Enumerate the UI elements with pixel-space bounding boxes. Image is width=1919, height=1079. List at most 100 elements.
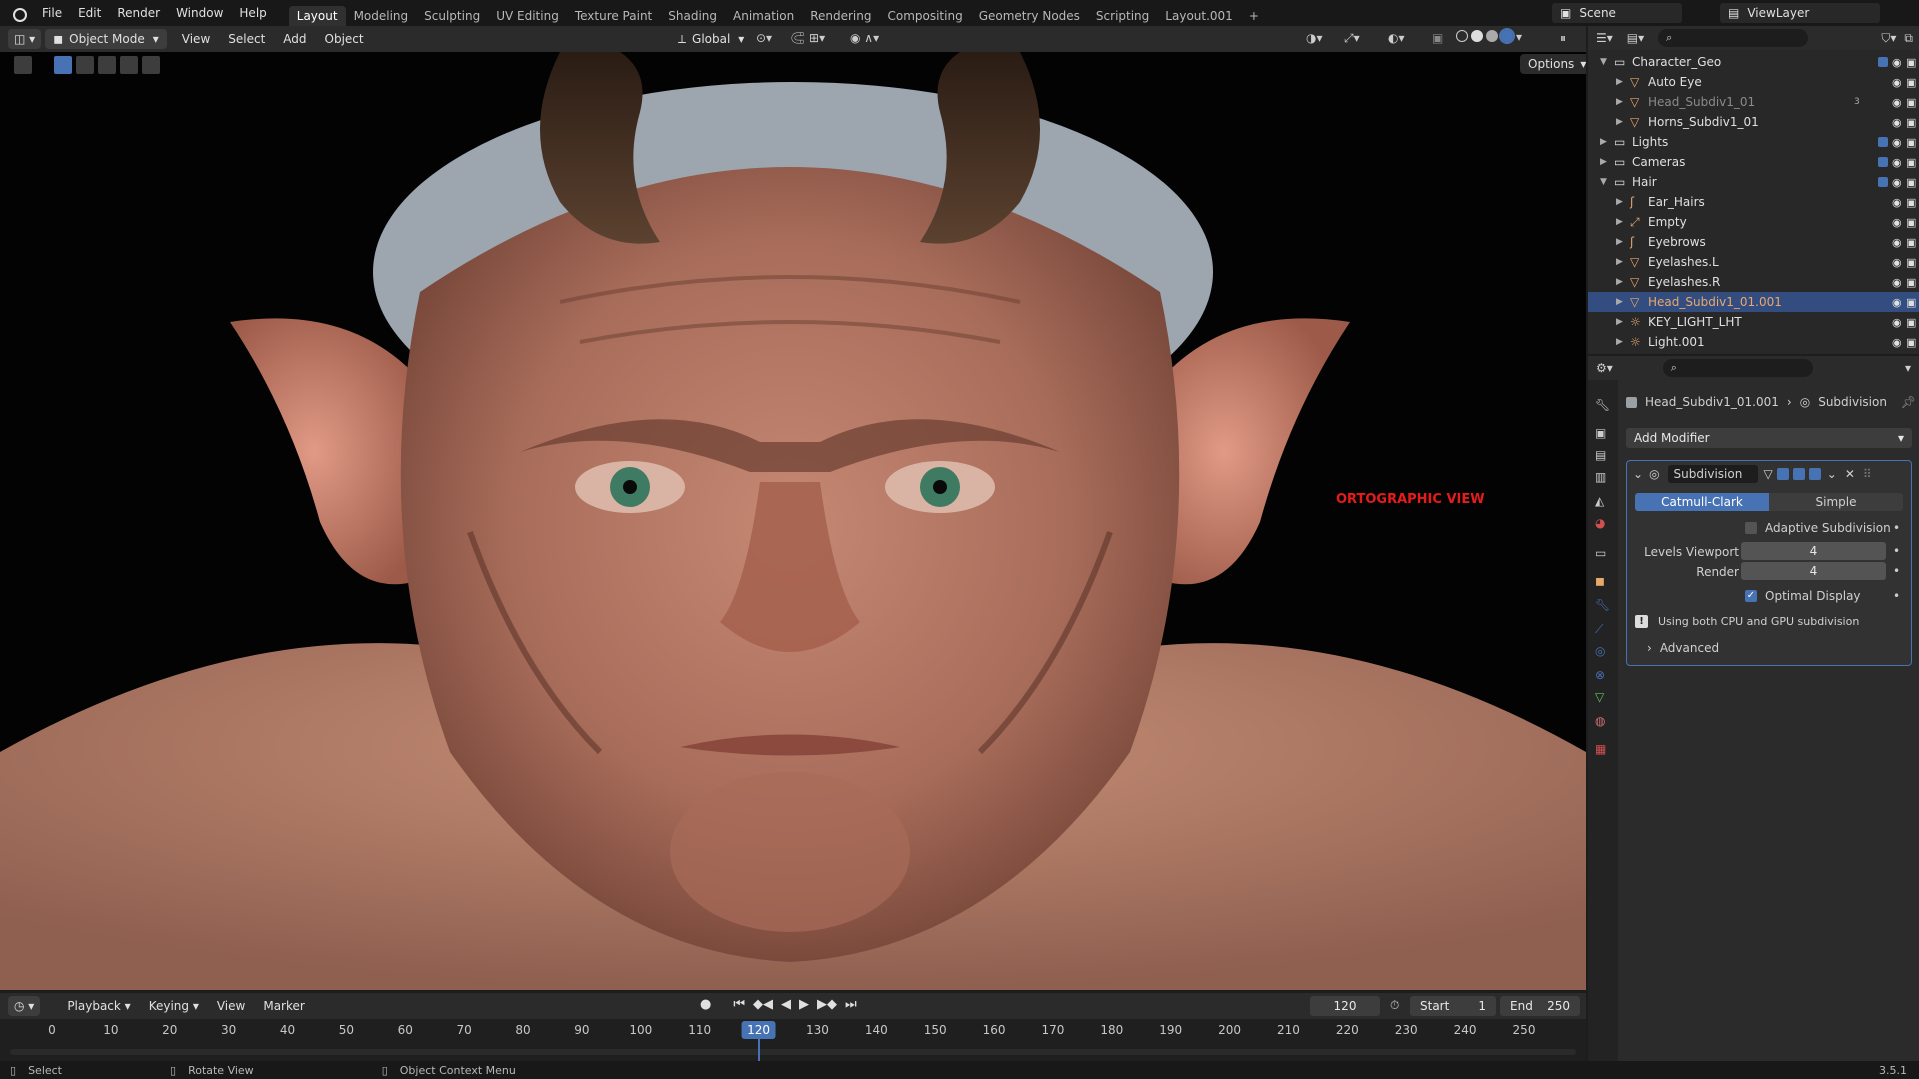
expand-arrow-right-icon[interactable]: ▶ (1616, 257, 1623, 267)
visibility-eye-icon[interactable]: ◉ (1892, 336, 1902, 349)
viewport-display-icon[interactable] (1792, 468, 1805, 480)
edit-mode-icon[interactable] (1776, 468, 1789, 480)
timeline-scrollbar[interactable] (10, 1049, 1576, 1055)
material-shading-icon[interactable] (1486, 30, 1498, 42)
select-extend-icon[interactable] (76, 56, 94, 74)
exclude-checkbox[interactable] (1878, 137, 1888, 147)
render-display-icon[interactable] (1808, 468, 1821, 480)
tool-toggle-icon[interactable] (14, 56, 32, 74)
method-catmull-clark[interactable]: Catmull-Clark (1635, 493, 1769, 511)
outliner-editor-icon[interactable]: ☰▾ (1596, 31, 1613, 45)
outliner-row[interactable]: ▶ ▭ Lights ◉ ▣ (1588, 132, 1919, 152)
outliner-row[interactable]: ▶ ▽ Head_Subdiv1_01.001 ◉ ▣ (1588, 292, 1919, 312)
properties-search-input[interactable]: ⌕ (1662, 359, 1813, 377)
workspace-tab-layout[interactable]: Layout (288, 6, 346, 26)
adaptive-subdivision-row[interactable]: Adaptive Subdivision (1745, 519, 1905, 537)
render-levels-field[interactable]: 4 (1741, 562, 1886, 580)
expand-arrow-right-icon[interactable]: ▶ (1616, 117, 1623, 127)
render-camera-icon[interactable]: ▣ (1906, 156, 1916, 169)
select-subtract-icon[interactable] (98, 56, 116, 74)
playback-menu[interactable]: Playback ▾ (58, 999, 139, 1013)
visibility-icon[interactable]: ◑▾ (1306, 31, 1323, 45)
menu-help[interactable]: Help (231, 6, 274, 20)
render-camera-icon[interactable]: ▣ (1906, 316, 1916, 329)
expand-arrow-right-icon[interactable]: ▶ (1616, 317, 1623, 327)
menu-window[interactable]: Window (168, 6, 231, 20)
advanced-subpanel[interactable]: › Advanced (1647, 639, 1719, 657)
overlay-icon[interactable]: ◐▾ (1388, 31, 1405, 45)
timeline-editor-type[interactable]: ◷ ▾ (8, 996, 41, 1016)
play-icon[interactable]: ▶ (799, 997, 809, 1012)
object-icon[interactable]: ◼ (1595, 574, 1611, 590)
render-camera-icon[interactable]: ▣ (1906, 256, 1916, 269)
wireframe-shading-icon[interactable] (1456, 30, 1468, 42)
outliner-row[interactable]: ▶ ▭ Cameras ◉ ▣ (1588, 152, 1919, 172)
workspace-tab-animation[interactable]: Animation (725, 6, 802, 26)
outliner-row[interactable]: ▶ ▽ Head_Subdiv1_01 ◉ ▣ 3 (1588, 92, 1919, 112)
expand-arrow-down-icon[interactable]: ▼ (1600, 57, 1607, 67)
optimal-display-row[interactable]: ✓ Optimal Display (1745, 587, 1895, 605)
object-menu[interactable]: Object (316, 32, 373, 46)
keyframe-dot-icon[interactable]: • (1893, 564, 1900, 578)
select-new-icon[interactable] (54, 56, 72, 74)
properties-editor-icon[interactable]: ⚙▾ (1596, 361, 1613, 375)
visibility-eye-icon[interactable]: ◉ (1892, 236, 1902, 249)
particles-icon[interactable]: ⟋ (1595, 622, 1611, 638)
expand-arrow-right-icon[interactable]: ▶ (1600, 157, 1607, 167)
outliner-row[interactable]: ▶ ▽ Horns_Subdiv1_01 ◉ ▣ (1588, 112, 1919, 132)
start-frame-field[interactable]: Start 1 (1410, 996, 1496, 1016)
filter-icon[interactable]: ⛉▾ (1881, 31, 1896, 46)
workspace-tab-texture-paint[interactable]: Texture Paint (567, 6, 660, 26)
expand-arrow-right-icon[interactable]: ▶ (1616, 277, 1623, 287)
workspace-tab-rendering[interactable]: Rendering (802, 6, 879, 26)
visibility-eye-icon[interactable]: ◉ (1892, 96, 1902, 109)
workspace-tab-scripting[interactable]: Scripting (1088, 6, 1157, 26)
chevron-down-icon[interactable]: ⌄ (1827, 467, 1837, 481)
3d-viewport[interactable]: Options ▾ ORTOGRAPHIC VIEW (0, 52, 1586, 990)
add-modifier-button[interactable]: Add Modifier ▾ (1626, 428, 1912, 448)
select-menu[interactable]: Select (219, 32, 274, 46)
expand-arrow-right-icon[interactable]: ▶ (1616, 97, 1623, 107)
marker-menu[interactable]: Marker (254, 999, 313, 1013)
modifier-wrench-icon[interactable]: 🔧︎ (1595, 598, 1611, 614)
add-workspace-button[interactable]: + (1241, 6, 1267, 26)
levels-viewport-field[interactable]: 4 (1741, 542, 1886, 560)
render-camera-icon[interactable]: ▣ (1906, 176, 1916, 189)
material-icon[interactable]: ◍ (1595, 714, 1611, 730)
new-collection-icon[interactable]: ⧉ (1904, 31, 1913, 46)
constraints-icon[interactable]: ⊗ (1595, 668, 1611, 684)
tool-icon[interactable]: 🔧︎ (1595, 398, 1611, 414)
outliner-row[interactable]: ▶ ▽ Eyelashes.R ◉ ▣ (1588, 272, 1919, 292)
workspace-tab-compositing[interactable]: Compositing (879, 6, 970, 26)
menu-render[interactable]: Render (109, 6, 168, 20)
exclude-checkbox[interactable] (1878, 177, 1888, 187)
render-camera-icon[interactable]: ▣ (1906, 96, 1916, 109)
prev-keyframe-icon[interactable]: ◆◀ (753, 997, 773, 1012)
render-camera-icon[interactable]: ▣ (1906, 56, 1916, 69)
outliner-row[interactable]: ▶ ⤢ Empty ◉ ▣ (1588, 212, 1919, 232)
outliner-search-input[interactable]: ⌕ (1658, 29, 1809, 47)
scene-icon[interactable]: ◭ (1595, 494, 1611, 510)
visibility-eye-icon[interactable]: ◉ (1892, 76, 1902, 89)
current-frame-marker[interactable]: 120 (741, 1021, 776, 1039)
outliner-row[interactable]: ▶ ʃ Eyebrows ◉ ▣ (1588, 232, 1919, 252)
expand-arrow-right-icon[interactable]: ▶ (1600, 137, 1607, 147)
pivot-icon[interactable]: ⊙▾ (756, 31, 772, 45)
expand-arrow-right-icon[interactable]: ▶ (1616, 237, 1623, 247)
stopwatch-icon[interactable]: ⏱ (1390, 998, 1399, 1013)
keying-menu[interactable]: Keying ▾ (140, 999, 208, 1013)
expand-arrow-right-icon[interactable]: ▶ (1616, 297, 1623, 307)
render-camera-icon[interactable]: ▣ (1906, 336, 1916, 349)
outliner-row[interactable]: ▼ ▭ Character_Geo ◉ ▣ (1588, 52, 1919, 72)
display-mode-icon[interactable]: ▤▾ (1627, 31, 1644, 45)
playhead-line[interactable] (757, 1039, 760, 1061)
output-icon[interactable]: ▤ (1595, 448, 1611, 464)
data-icon[interactable]: ▽ (1595, 690, 1611, 706)
menu-edit[interactable]: Edit (70, 6, 109, 20)
view-menu[interactable]: View (173, 32, 219, 46)
outliner-row[interactable]: ▶ ▽ Eyelashes.L ◉ ▣ (1588, 252, 1919, 272)
visibility-eye-icon[interactable]: ◉ (1892, 276, 1902, 289)
outliner-row[interactable]: ▶ ☼ KEY_LIGHT_LHT ◉ ▣ (1588, 312, 1919, 332)
mode-selector[interactable]: ◼ Object Mode ▾ (45, 29, 167, 49)
jump-start-icon[interactable]: ⏮ (733, 997, 745, 1012)
